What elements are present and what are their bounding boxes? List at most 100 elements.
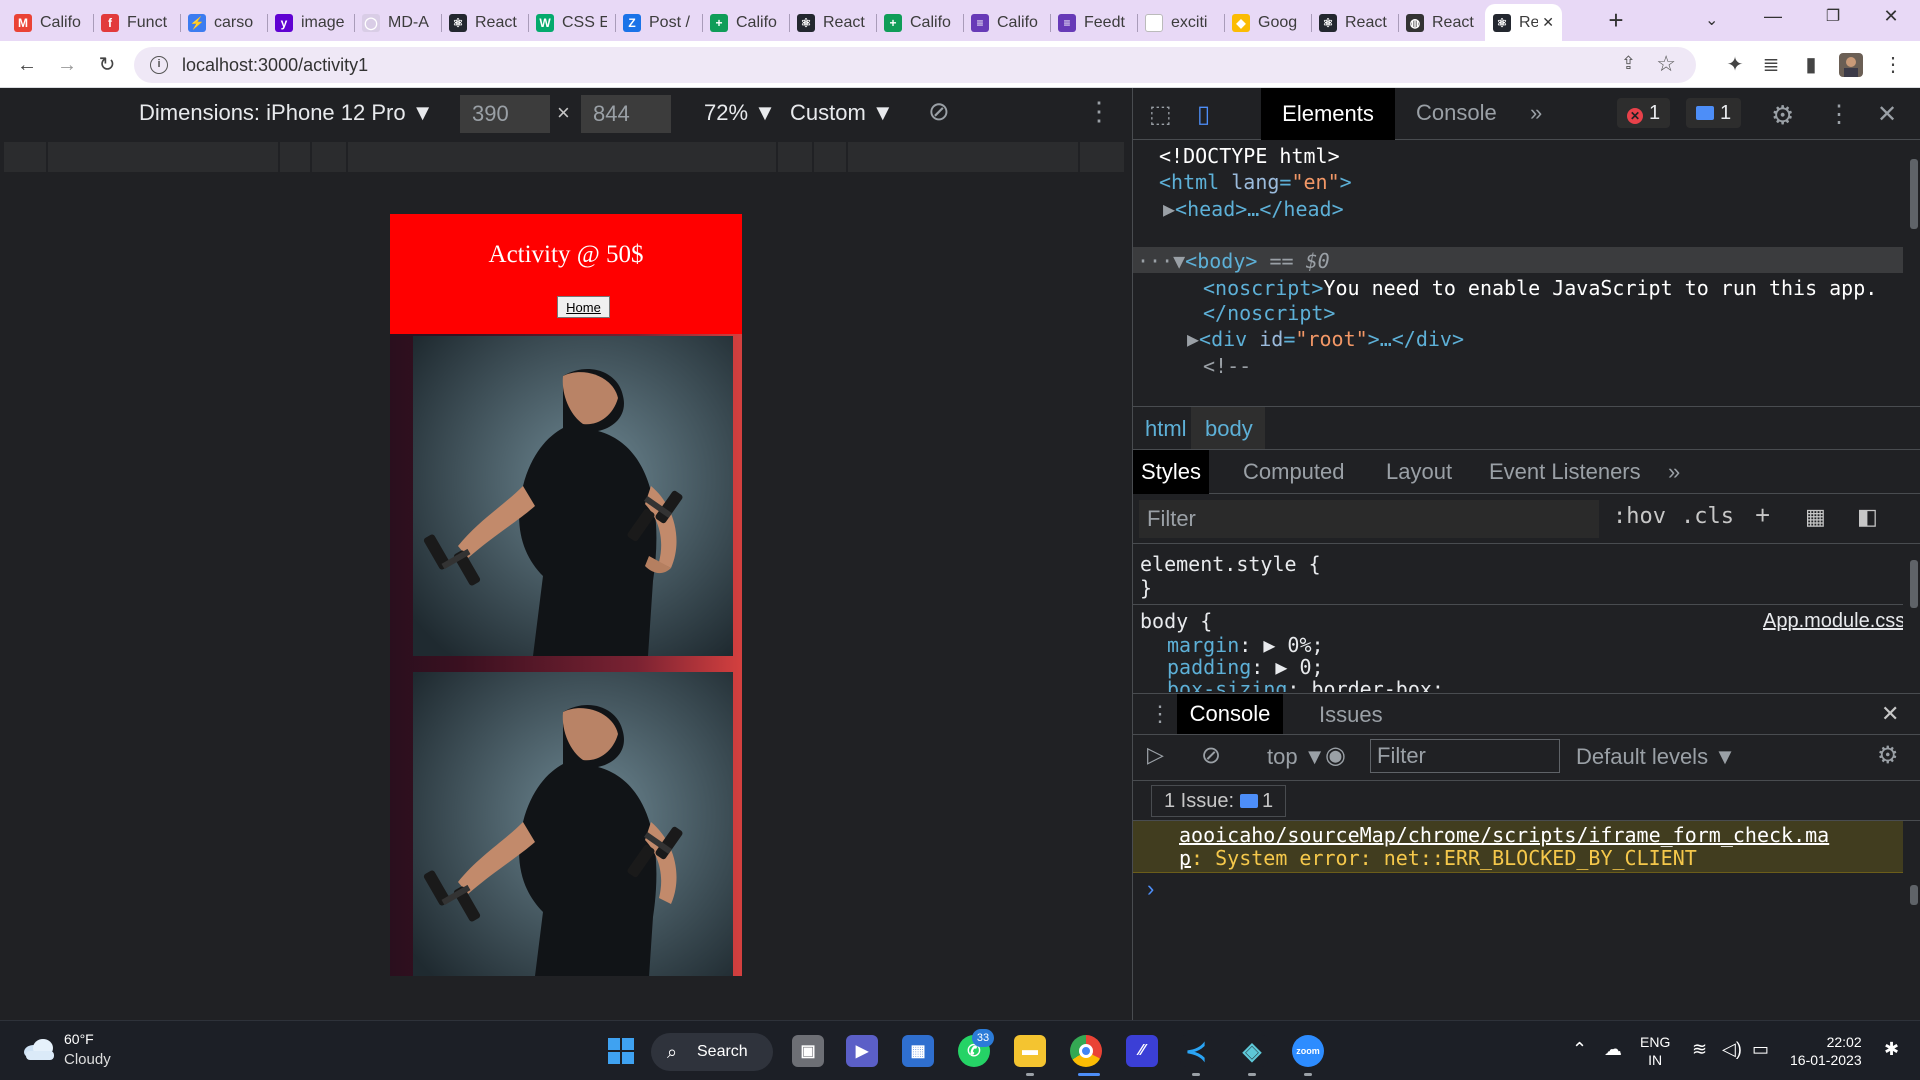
vscode-icon[interactable]: ≺: [1180, 1035, 1212, 1067]
toggle-sidebar-icon[interactable]: ◧: [1857, 504, 1878, 530]
browser-tab[interactable]: ⚛ React: [789, 4, 876, 41]
media-query-segment[interactable]: [348, 142, 776, 172]
side-panel-icon[interactable]: ▮: [1796, 50, 1826, 80]
browser-tab[interactable]: ◍ React: [1398, 4, 1485, 41]
dom-comment[interactable]: <!--: [1203, 353, 1251, 379]
browser-tab[interactable]: ⚛ React: [441, 4, 528, 41]
message-count-badge[interactable]: 1: [1686, 98, 1742, 128]
browser-tab[interactable]: ◯ MD-A: [354, 4, 441, 41]
notifications-bell-icon[interactable]: ✱: [1884, 1039, 1899, 1060]
device-toggle-icon[interactable]: ▯: [1197, 100, 1210, 129]
browser-tab[interactable]: ≡ Feedt: [1050, 4, 1137, 41]
more-tabs-icon[interactable]: »: [1530, 100, 1542, 126]
browser-tab[interactable]: M Califo: [6, 4, 93, 41]
console-scroll-thumb[interactable]: [1910, 885, 1918, 905]
cloud-weather-icon[interactable]: [22, 1036, 56, 1060]
close-window-button[interactable]: ✕: [1876, 6, 1906, 34]
address-bar[interactable]: i localhost:3000/activity1 ⇪ ☆: [134, 47, 1696, 83]
media-query-segment[interactable]: [312, 142, 346, 172]
hover-state-button[interactable]: :hov: [1613, 504, 1666, 529]
zoom-icon[interactable]: zoom: [1292, 1035, 1324, 1067]
device-dimensions-dropdown[interactable]: Dimensions: iPhone 12 Pro ▼: [139, 100, 433, 126]
row-actions-icon[interactable]: ···: [1137, 249, 1173, 273]
battery-icon[interactable]: ▭: [1752, 1039, 1769, 1060]
browser-tab[interactable]: Z Post /: [615, 4, 702, 41]
tab-elements[interactable]: Elements: [1261, 88, 1395, 140]
browser-tab[interactable]: ⚛ React: [1311, 4, 1398, 41]
rotate-device-icon[interactable]: ⊘: [928, 96, 950, 127]
dom-scroll-thumb[interactable]: [1910, 159, 1918, 229]
source-link-line1[interactable]: aooicaho/sourceMap/chrome/scripts/iframe…: [1179, 823, 1829, 847]
browser-tab[interactable]: exciti: [1137, 4, 1224, 41]
console-settings-gear-icon[interactable]: ⚙: [1877, 741, 1899, 770]
drawer-tab-console[interactable]: Console: [1177, 694, 1283, 734]
collapse-triangle-icon[interactable]: ▼: [1173, 249, 1185, 273]
browser-tab[interactable]: y image: [267, 4, 354, 41]
styles-scrollbar[interactable]: [1907, 544, 1920, 692]
expand-triangle-icon[interactable]: ▶: [1187, 327, 1199, 351]
tab-search-chevron-icon[interactable]: ⌄: [1705, 10, 1718, 30]
console-sidebar-icon[interactable]: ▷: [1147, 742, 1164, 768]
back-arrow-icon[interactable]: ←: [12, 50, 42, 80]
device-width-input[interactable]: 390: [460, 95, 550, 133]
profile-avatar[interactable]: [1836, 50, 1866, 80]
vpn-app-icon[interactable]: ◈: [1236, 1035, 1268, 1067]
address-url[interactable]: localhost:3000/activity1: [182, 55, 368, 76]
styles-filter-input[interactable]: Filter: [1139, 500, 1599, 538]
weather-temperature[interactable]: 60°F: [64, 1031, 94, 1047]
site-info-icon[interactable]: i: [150, 56, 168, 74]
class-toggle-button[interactable]: .cls: [1681, 504, 1734, 529]
element-style-rule[interactable]: element.style {: [1140, 552, 1321, 576]
more-styles-tabs-icon[interactable]: »: [1668, 459, 1680, 485]
dom-noscript-close[interactable]: </noscript>: [1203, 300, 1335, 326]
browser-tab[interactable]: ⚡ carso: [180, 4, 267, 41]
media-query-segment[interactable]: [280, 142, 310, 172]
context-selector[interactable]: top ▼: [1267, 744, 1325, 770]
styles-scroll-thumb[interactable]: [1910, 560, 1918, 608]
windows-start-icon[interactable]: [605, 1035, 637, 1067]
browser-tab[interactable]: ◆ Goog: [1224, 4, 1311, 41]
minimize-button[interactable]: —: [1758, 6, 1788, 34]
source-link-tail[interactable]: p: [1179, 846, 1191, 870]
dom-head-node[interactable]: ▶<head>…</head>: [1163, 196, 1344, 222]
console-prompt[interactable]: ›: [1147, 876, 1154, 902]
device-height-input[interactable]: 844: [581, 95, 671, 133]
power-automate-icon[interactable]: ⁄⁄: [1126, 1035, 1158, 1067]
media-query-segment[interactable]: [778, 142, 812, 172]
extensions-puzzle-icon[interactable]: ✦: [1720, 50, 1750, 80]
browser-tab[interactable]: W CSS E: [528, 4, 615, 41]
throttle-dropdown[interactable]: Custom ▼: [790, 100, 894, 126]
drawer-menu-icon[interactable]: ⋮: [1149, 701, 1171, 727]
browser-tab[interactable]: f Funct: [93, 4, 180, 41]
volume-icon[interactable]: ◁): [1722, 1039, 1742, 1060]
bookmark-star-icon[interactable]: ☆: [1656, 51, 1676, 77]
error-count-badge[interactable]: ✕ 1: [1617, 98, 1671, 128]
dom-noscript-node[interactable]: <noscript>You need to enable JavaScript …: [1203, 275, 1877, 301]
crumb-html[interactable]: html: [1145, 416, 1187, 442]
media-query-segment[interactable]: [848, 142, 1078, 172]
devtools-menu-icon[interactable]: ⋮: [1827, 100, 1851, 129]
new-tab-button[interactable]: +: [1602, 7, 1630, 35]
live-expression-eye-icon[interactable]: ◉: [1325, 741, 1346, 770]
dom-scrollbar[interactable]: [1907, 141, 1920, 403]
media-query-segment[interactable]: [48, 142, 278, 172]
rule-source-link[interactable]: App.module.css:1: [1763, 609, 1903, 633]
weather-condition[interactable]: Cloudy: [64, 1051, 111, 1068]
media-query-segment[interactable]: [4, 142, 46, 172]
new-rule-button[interactable]: +: [1755, 500, 1770, 531]
share-icon[interactable]: ⇪: [1621, 53, 1636, 74]
log-levels-dropdown[interactable]: Default levels ▼: [1576, 744, 1736, 770]
tab-styles[interactable]: Styles: [1133, 450, 1209, 494]
media-queue-icon[interactable]: ≣: [1756, 50, 1786, 80]
console-scrollbar[interactable]: [1907, 821, 1920, 921]
taskbar-search-button[interactable]: ⌕ Search: [651, 1033, 773, 1071]
browser-tab[interactable]: + Califo: [702, 4, 789, 41]
css-prop-padding[interactable]: padding: ▶ 0;: [1167, 655, 1324, 679]
browser-tab[interactable]: ⚛ Re ✕: [1485, 4, 1562, 41]
settings-gear-icon[interactable]: ⚙: [1771, 100, 1794, 131]
home-button[interactable]: Home: [557, 296, 610, 318]
console-filter-input[interactable]: Filter: [1370, 739, 1560, 773]
tab-console[interactable]: Console: [1416, 100, 1497, 126]
crumb-body[interactable]: body: [1205, 416, 1253, 442]
clear-console-icon[interactable]: ⊘: [1201, 741, 1221, 770]
